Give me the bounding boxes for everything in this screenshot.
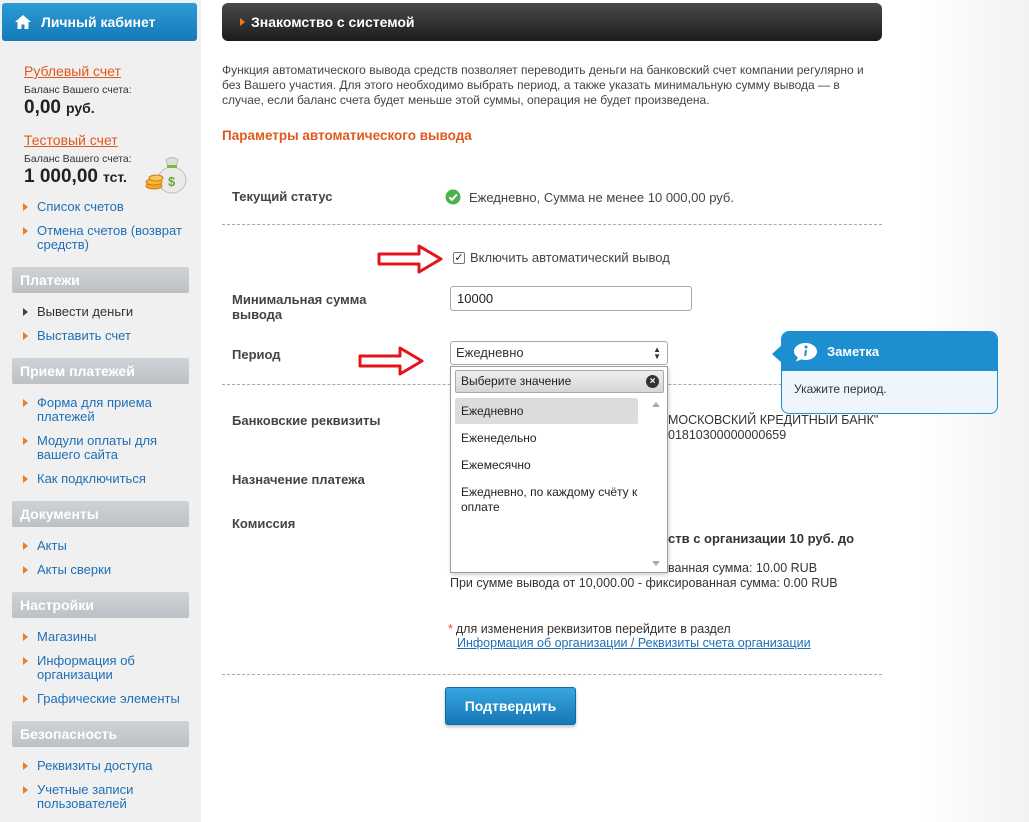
bullet-icon [23,399,28,407]
sidebar-section-receiving: Прием платежей [12,358,189,384]
sidebar-section-documents: Документы [12,501,189,527]
account-link-rub[interactable]: Рублевый счет [24,63,121,79]
sidebar: Личный кабинет Рублевый счет Баланс Ваше… [0,0,201,822]
sidebar-item-user-accounts[interactable]: Учетные записи пользователей [37,783,197,811]
home-icon [15,15,31,29]
red-arrow-icon [358,346,424,376]
sidebar-item-cancel-accounts[interactable]: Отмена счетов (возврат средств) [37,224,197,252]
topbar-title: Знакомство с системой [251,14,415,30]
sidebar-section-payments: Платежи [12,267,189,293]
note-tooltip: Заметка Укажите период. [772,331,998,414]
bank-label: Банковские реквизиты [232,413,381,428]
purpose-label: Назначение платежа [232,472,365,487]
bullet-icon [23,475,28,483]
money-bag-icon: $ [145,157,187,194]
bullet-icon [23,437,28,445]
bullet-icon [23,762,28,770]
sidebar-item-org-info[interactable]: Информация об организации [37,654,197,682]
bullet-icon [23,227,28,235]
tooltip-title: Заметка [827,344,880,359]
dropdown-option-monthly[interactable]: Ежемесячно [455,458,638,473]
sidebar-item-how-to-connect[interactable]: Как подключиться [37,472,197,486]
tooltip-text: Укажите период. [794,382,887,396]
bank-account: 01810300000000659 [668,428,787,442]
clear-icon[interactable]: × [646,375,659,388]
balance-currency: руб. [65,100,95,116]
note-text: для изменения реквизитов перейдите в раз… [455,622,731,636]
balance-value: 0,00 руб. [24,97,95,119]
scroll-down-icon[interactable] [652,561,660,566]
bullet-icon [23,332,28,340]
sidebar-item-invoice[interactable]: Выставить счет [37,329,197,343]
bullet-icon [23,657,28,665]
requisites-note: * для изменения реквизитов перейдите в ра… [448,622,731,636]
dropdown-option-daily-per-invoice[interactable]: Ежедневно, по каждому счёту к оплате [455,485,640,515]
sidebar-header-title: Личный кабинет [41,14,156,30]
required-star: * [448,622,453,636]
auto-withdraw-checkbox[interactable]: ✓ [453,252,465,264]
tooltip-header: Заметка [782,332,997,371]
min-amount-input[interactable] [450,286,692,311]
section-title: Параметры автоматического вывода [222,128,472,143]
commission-line-2: ванная сумма: 10.00 RUB [668,561,818,575]
svg-text:$: $ [168,174,176,189]
sidebar-item-reconciliation[interactable]: Акты сверки [37,563,197,577]
org-requisites-link[interactable]: Информация об организации / Реквизиты сч… [457,636,811,650]
status-label: Текущий статус [232,189,333,204]
sidebar-item-payment-form[interactable]: Форма для приема платежей [37,396,197,424]
commission-line-3: При сумме вывода от 10,000.00 - фиксиров… [450,576,838,590]
balance-currency: тст. [102,169,127,185]
sidebar-item-shops[interactable]: Магазины [37,630,197,644]
sidebar-section-settings: Настройки [12,592,189,618]
dropdown-option-weekly[interactable]: Еженедельно [455,431,638,446]
balance-amount: 0,00 [24,97,61,118]
bullet-icon [23,566,28,574]
scroll-up-icon[interactable] [652,402,660,407]
info-bubble-icon [794,342,817,361]
dropdown-header-text: Выберите значение [461,374,572,388]
sidebar-item-payment-modules[interactable]: Модули оплаты для вашего сайта [37,434,197,462]
commission-line-1: ств с организации 10 руб. до [668,531,855,546]
balance-label: Баланс Вашего счета: [24,153,132,165]
period-select[interactable]: Ежедневно ▲ ▼ [450,341,668,365]
status-value: Ежедневно, Сумма не менее 10 000,00 руб. [469,190,734,205]
period-label: Период [232,347,281,362]
bullet-icon [23,308,28,316]
sidebar-header[interactable]: Личный кабинет [2,3,197,41]
sidebar-item-withdraw[interactable]: Вывести деньги [37,305,197,319]
dropdown-header: Выберите значение × [455,370,664,393]
balance-value: 1 000,00 тст. [24,166,127,188]
dropdown-scrollbar[interactable] [648,397,664,571]
select-arrows-icon: ▲ ▼ [653,345,661,361]
divider [222,674,882,675]
auto-withdraw-label: Включить автоматический вывод [470,250,670,265]
period-dropdown[interactable]: Выберите значение × Ежедневно Еженедельн… [450,366,668,573]
check-circle-icon [445,189,461,205]
period-select-value: Ежедневно [456,345,524,360]
sidebar-section-security: Безопасность [12,721,189,747]
sidebar-item-accounts-list[interactable]: Список счетов [37,200,197,214]
min-amount-label: Минимальная сумма вывода [232,292,367,322]
red-arrow-icon [377,244,443,274]
dropdown-option-daily[interactable]: Ежедневно [455,398,638,424]
account-link-test[interactable]: Тестовый счет [24,132,118,148]
sidebar-item-access-credentials[interactable]: Реквизиты доступа [37,759,197,773]
balance-label: Баланс Вашего счета: [24,84,132,96]
tooltip-pointer [772,345,782,363]
sidebar-item-graphics[interactable]: Графические элементы [37,692,197,706]
intro-text: Функция автоматического вывода средств п… [222,63,864,107]
bullet-icon [23,542,28,550]
bullet-icon [23,203,28,211]
confirm-button[interactable]: Подтвердить [445,687,576,725]
bullet-icon [23,633,28,641]
bullet-icon [23,786,28,794]
sidebar-item-acts[interactable]: Акты [37,539,197,553]
bullet-icon [23,695,28,703]
bank-name: МОСКОВСКИЙ КРЕДИТНЫЙ БАНК" [668,413,879,427]
bullet-icon [240,18,245,26]
divider [222,224,882,225]
commission-label: Комиссия [232,516,296,531]
topbar[interactable]: Знакомство с системой [222,3,882,41]
balance-amount: 1 000,00 [24,166,98,187]
